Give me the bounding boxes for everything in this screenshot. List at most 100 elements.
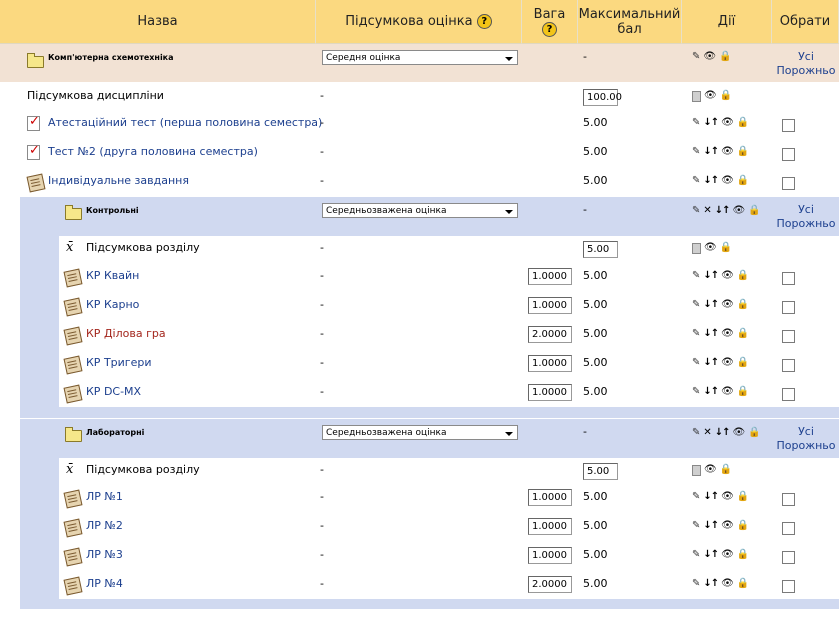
category-aggregation-select[interactable]: Середньозважена оцінка [322, 203, 518, 218]
eye-icon[interactable]: 👁 [721, 175, 734, 187]
move-icon[interactable]: ↓↑ [703, 117, 719, 129]
move-icon[interactable]: ↓↑ [703, 491, 719, 503]
eye-icon[interactable]: 👁 [721, 491, 734, 503]
eye-icon[interactable]: 👁 [721, 117, 734, 129]
lock-icon[interactable]: 🔒 [737, 117, 749, 129]
edit-icon[interactable]: ✎ [692, 299, 700, 311]
item-checkbox[interactable] [782, 522, 795, 535]
lock-icon[interactable]: 🔒 [719, 51, 731, 63]
edit-icon[interactable]: ✎ [692, 357, 700, 369]
item-name[interactable]: Атестаційний тест (перша половина семест… [48, 116, 322, 130]
move-icon[interactable]: ↓↑ [703, 270, 719, 282]
help-icon[interactable]: ? [542, 21, 557, 37]
item-weight-input[interactable]: 1.0000 [528, 547, 572, 564]
move-icon[interactable]: ↓↑ [715, 427, 731, 439]
eye-icon[interactable]: 👁 [721, 549, 734, 561]
item-name[interactable]: КР DC-MX [86, 385, 141, 399]
select-none-link[interactable]: Порожньо [775, 64, 837, 78]
item-name[interactable]: ЛР №3 [86, 548, 123, 562]
category-aggregation-select[interactable]: Середньозважена оцінка [322, 425, 518, 440]
item-checkbox[interactable] [782, 119, 795, 132]
eye-icon[interactable]: 👁 [721, 328, 734, 340]
item-name[interactable]: ЛР №1 [86, 490, 123, 504]
item-name[interactable]: ЛР №4 [86, 577, 123, 591]
move-icon[interactable]: ↓↑ [703, 386, 719, 398]
calculator-icon[interactable] [692, 242, 701, 254]
item-name[interactable]: КР Ділова гра [86, 327, 166, 341]
select-all-link[interactable]: Усі [775, 50, 837, 64]
help-icon[interactable]: ? [476, 14, 492, 29]
course-aggregation-select[interactable]: Середня оцінка [322, 50, 518, 65]
lock-icon[interactable]: 🔒 [737, 175, 749, 187]
edit-icon[interactable]: ✎ [692, 328, 700, 340]
move-icon[interactable]: ↓↑ [703, 328, 719, 340]
move-icon[interactable]: ↓↑ [703, 175, 719, 187]
move-icon[interactable]: ↓↑ [703, 549, 719, 561]
lock-icon[interactable]: 🔒 [737, 146, 749, 158]
category-total-max-input[interactable]: 5.00 [583, 241, 618, 258]
item-checkbox[interactable] [782, 301, 795, 314]
delete-icon[interactable]: ✕ [703, 427, 711, 439]
lock-icon[interactable]: 🔒 [737, 299, 749, 311]
item-checkbox[interactable] [782, 272, 795, 285]
item-weight-input[interactable]: 1.0000 [528, 355, 572, 372]
item-checkbox[interactable] [782, 551, 795, 564]
item-checkbox[interactable] [782, 359, 795, 372]
edit-icon[interactable]: ✎ [692, 386, 700, 398]
select-none-link[interactable]: Порожньо [775, 439, 837, 453]
edit-icon[interactable]: ✎ [692, 117, 700, 129]
eye-icon[interactable]: 👁 [704, 242, 717, 254]
item-name[interactable]: КР Квайн [86, 269, 139, 283]
edit-icon[interactable]: ✎ [692, 549, 700, 561]
edit-icon[interactable]: ✎ [692, 146, 700, 158]
delete-icon[interactable]: ✕ [703, 205, 711, 217]
lock-icon[interactable]: 🔒 [737, 328, 749, 340]
edit-icon[interactable]: ✎ [692, 51, 700, 63]
lock-icon[interactable]: 🔒 [720, 90, 732, 102]
eye-icon[interactable]: 👁 [721, 146, 734, 158]
eye-icon[interactable]: 👁 [721, 299, 734, 311]
move-icon[interactable]: ↓↑ [703, 299, 719, 311]
eye-icon[interactable]: 👁 [703, 51, 716, 63]
lock-icon[interactable]: 🔒 [748, 205, 760, 217]
item-name[interactable]: ЛР №2 [86, 519, 123, 533]
edit-icon[interactable]: ✎ [692, 270, 700, 282]
eye-icon[interactable]: 👁 [721, 357, 734, 369]
lock-icon[interactable]: 🔒 [737, 578, 749, 590]
lock-icon[interactable]: 🔒 [748, 427, 760, 439]
item-name[interactable]: КР Карно [86, 298, 139, 312]
calculator-icon[interactable] [692, 90, 701, 102]
move-icon[interactable]: ↓↑ [703, 578, 719, 590]
item-checkbox[interactable] [782, 388, 795, 401]
lock-icon[interactable]: 🔒 [737, 491, 749, 503]
item-checkbox[interactable] [782, 493, 795, 506]
edit-icon[interactable]: ✎ [692, 578, 700, 590]
item-name[interactable]: Тест №2 (друга половина семестра) [48, 145, 258, 159]
eye-icon[interactable]: 👁 [704, 90, 717, 102]
lock-icon[interactable]: 🔒 [737, 386, 749, 398]
eye-icon[interactable]: 👁 [721, 386, 734, 398]
item-checkbox[interactable] [782, 148, 795, 161]
item-weight-input[interactable]: 1.0000 [528, 518, 572, 535]
move-icon[interactable]: ↓↑ [703, 357, 719, 369]
item-checkbox[interactable] [782, 330, 795, 343]
lock-icon[interactable]: 🔒 [720, 242, 732, 254]
eye-icon[interactable]: 👁 [721, 578, 734, 590]
edit-icon[interactable]: ✎ [692, 491, 700, 503]
lock-icon[interactable]: 🔒 [737, 520, 749, 532]
edit-icon[interactable]: ✎ [692, 205, 700, 217]
item-weight-input[interactable]: 1.0000 [528, 384, 572, 401]
course-total-max-input[interactable]: 100.00 [583, 89, 622, 106]
item-weight-input[interactable]: 2.0000 [528, 576, 572, 593]
item-checkbox[interactable] [782, 580, 795, 593]
calculator-icon[interactable] [692, 464, 701, 476]
move-icon[interactable]: ↓↑ [715, 205, 731, 217]
select-all-link[interactable]: Усі [775, 425, 837, 439]
item-checkbox[interactable] [782, 177, 795, 190]
select-all-link[interactable]: Усі [775, 203, 837, 217]
lock-icon[interactable]: 🔒 [720, 464, 732, 476]
eye-icon[interactable]: 👁 [721, 520, 734, 532]
eye-icon[interactable]: 👁 [704, 464, 717, 476]
eye-icon[interactable]: 👁 [733, 205, 746, 217]
eye-icon[interactable]: 👁 [721, 270, 734, 282]
